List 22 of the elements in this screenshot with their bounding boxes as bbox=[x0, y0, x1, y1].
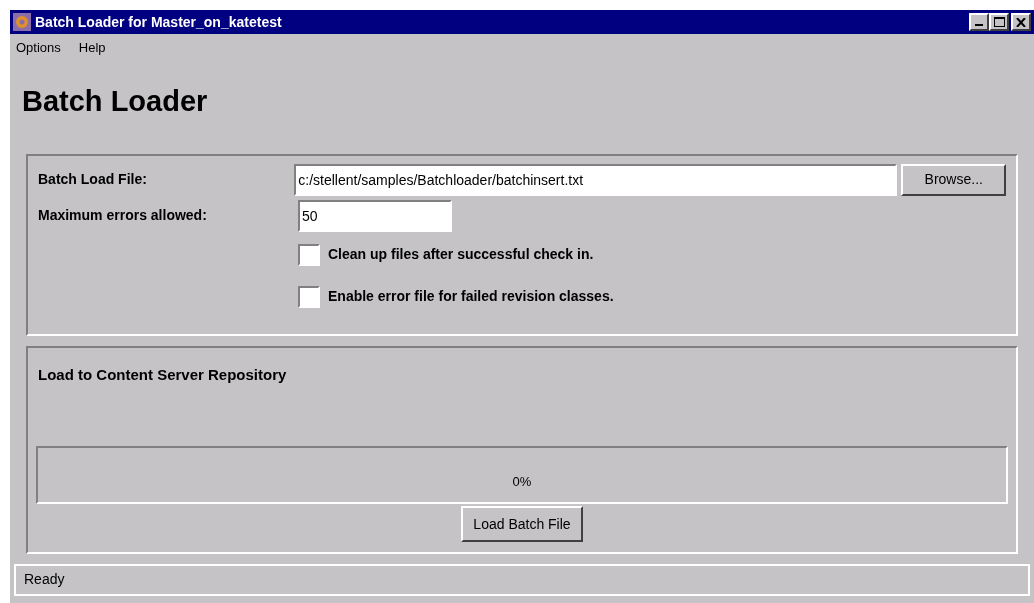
menu-item[interactable]: Options bbox=[16, 38, 61, 58]
maximize-button[interactable] bbox=[989, 13, 1009, 31]
field-label: Maximum errors allowed: bbox=[38, 206, 208, 225]
checkbox-label: Clean up files after successful check in. bbox=[328, 245, 594, 264]
field-label: Batch Load File: bbox=[38, 170, 148, 189]
checkbox[interactable] bbox=[298, 243, 320, 266]
status-text: Ready bbox=[24, 570, 65, 589]
page-heading: Batch Loader bbox=[21, 84, 209, 119]
browse-button[interactable]: Browse... bbox=[901, 163, 1006, 196]
close-button[interactable] bbox=[1011, 13, 1031, 31]
progress-reading: 0% bbox=[512, 473, 532, 492]
minimize-button[interactable] bbox=[969, 13, 989, 31]
file-path-field[interactable]: c:/stellent/samples/Batchloader/batchinsert.txt bbox=[294, 163, 898, 196]
checkbox[interactable] bbox=[298, 285, 320, 308]
window-title: Batch Loader for Master_on_katetest bbox=[35, 12, 283, 32]
max-errors-field[interactable]: 50 bbox=[298, 199, 452, 232]
menu-item[interactable]: Help bbox=[78, 38, 106, 58]
section-title: Load to Content Server Repository bbox=[37, 364, 288, 385]
gear-icon bbox=[13, 13, 31, 31]
checkbox-label: Enable error file for failed revision classes. bbox=[328, 287, 614, 306]
close-icon bbox=[1016, 17, 1026, 27]
load-batch-file-button[interactable]: Load Batch File bbox=[461, 506, 583, 542]
